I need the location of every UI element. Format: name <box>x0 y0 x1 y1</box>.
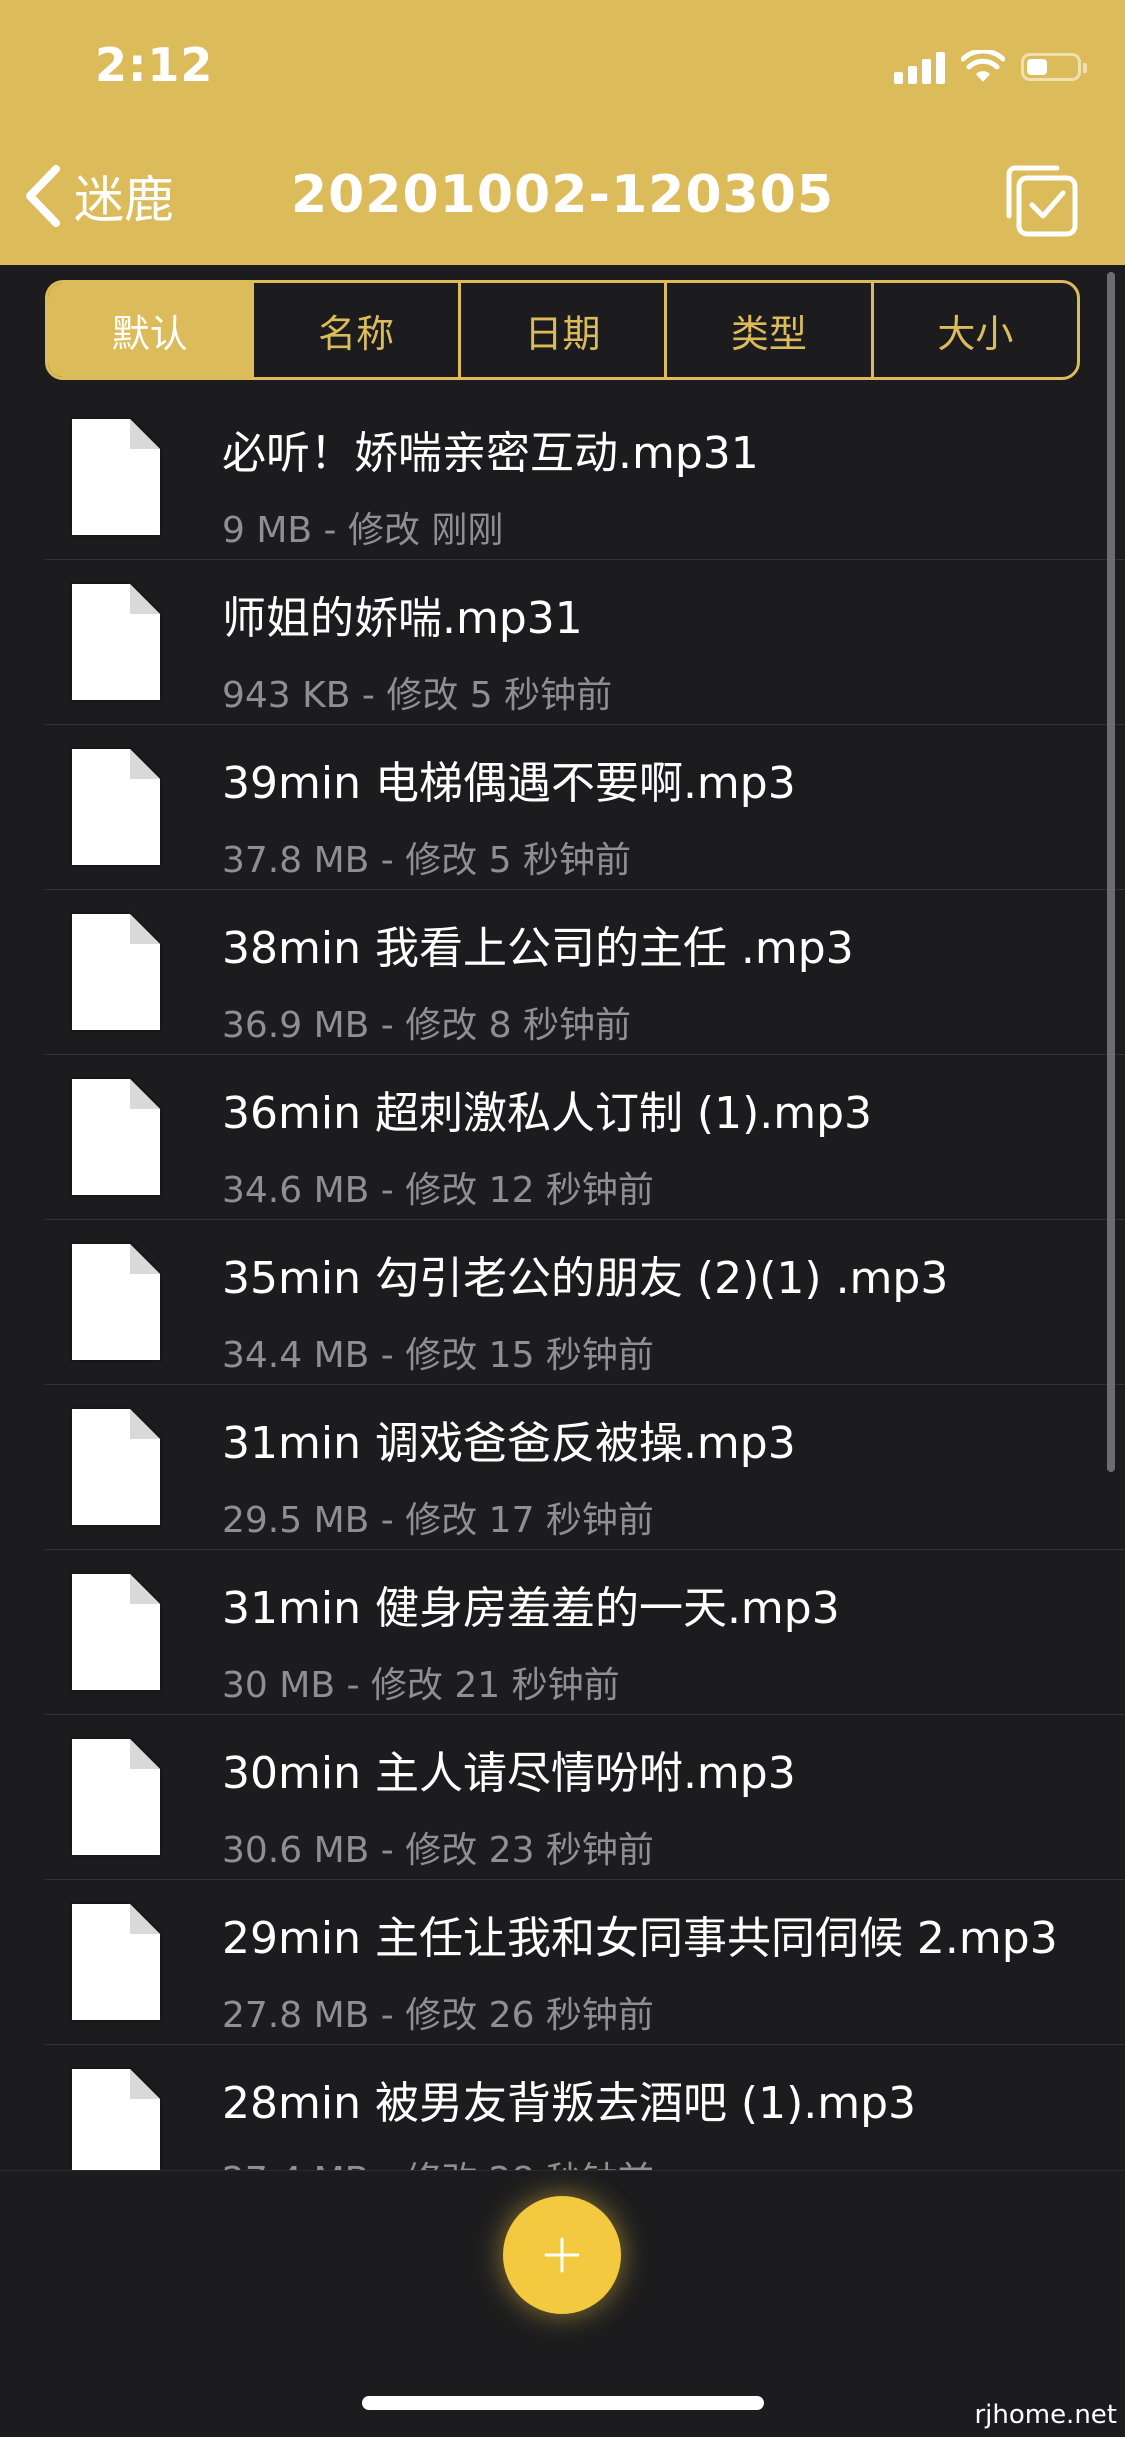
file-meta: 30.6 MB - 修改 23 秒钟前 <box>222 1830 654 1871</box>
app-header: 2:12 迷鹿 20201002-120305 <box>0 0 1125 265</box>
watermark: rjhome.net <box>974 2400 1117 2430</box>
file-meta: 34.6 MB - 修改 12 秒钟前 <box>222 1170 654 1211</box>
file-meta: 27.8 MB - 修改 26 秒钟前 <box>222 1995 654 2036</box>
file-row[interactable]: 38min 我看上公司的主任 .mp3 36.9 MB - 修改 8 秒钟前 <box>0 890 1125 1055</box>
tab-size[interactable]: 大小 <box>870 283 1077 377</box>
multi-select-icon <box>1006 165 1078 237</box>
file-name: 必听！娇喘亲密互动.mp31 <box>222 428 759 479</box>
status-time: 2:12 <box>95 38 214 92</box>
document-icon <box>68 415 164 539</box>
file-row[interactable]: 师姐的娇喘.mp31 943 KB - 修改 5 秒钟前 <box>0 560 1125 725</box>
file-name: 29min 主任让我和女同事共同伺候 2.mp3 <box>222 1913 1058 1964</box>
document-icon <box>68 1240 164 1364</box>
tab-name[interactable]: 名称 <box>251 283 457 377</box>
file-row[interactable]: 31min 调戏爸爸反被操.mp3 29.5 MB - 修改 17 秒钟前 <box>0 1385 1125 1550</box>
tab-type[interactable]: 类型 <box>664 283 870 377</box>
file-meta: 36.9 MB - 修改 8 秒钟前 <box>222 1005 632 1046</box>
tab-date[interactable]: 日期 <box>457 283 664 377</box>
document-icon <box>68 1735 164 1859</box>
file-name: 30min 主人请尽情吩咐.mp3 <box>222 1748 796 1799</box>
document-icon <box>68 745 164 869</box>
file-meta: 30 MB - 修改 21 秒钟前 <box>222 1665 620 1706</box>
file-row[interactable]: 必听！娇喘亲密互动.mp31 9 MB - 修改 刚刚 <box>0 395 1125 560</box>
file-meta: 29.5 MB - 修改 17 秒钟前 <box>222 1500 654 1541</box>
file-row[interactable]: 39min 电梯偶遇不要啊.mp3 37.8 MB - 修改 5 秒钟前 <box>0 725 1125 890</box>
file-meta: 943 KB - 修改 5 秒钟前 <box>222 675 613 716</box>
select-button[interactable] <box>1001 160 1081 240</box>
document-icon <box>68 1405 164 1529</box>
file-row[interactable]: 28min 被男友背叛去酒吧 (1).mp3 27.4 MB - 修改 28 秒钟… <box>0 2045 1125 2170</box>
file-row[interactable]: 31min 健身房羞羞的一天.mp3 30 MB - 修改 21 秒钟前 <box>0 1550 1125 1715</box>
plus-icon <box>544 2237 580 2273</box>
document-icon <box>68 580 164 704</box>
battery-icon <box>1021 53 1087 81</box>
file-name: 38min 我看上公司的主任 .mp3 <box>222 923 854 974</box>
document-icon <box>68 1075 164 1199</box>
file-row[interactable]: 35min 勾引老公的朋友 (2)(1) .mp3 34.4 MB - 修改 15… <box>0 1220 1125 1385</box>
file-meta: 9 MB - 修改 刚刚 <box>222 510 504 551</box>
file-meta: 27.4 MB - 修改 28 秒钟前 <box>222 2151 654 2170</box>
page-title: 20201002-120305 <box>290 165 835 225</box>
file-row[interactable]: 29min 主任让我和女同事共同伺候 2.mp3 27.8 MB - 修改 26 … <box>0 1880 1125 2045</box>
file-name: 28min 被男友背叛去酒吧 (1).mp3 <box>222 2078 917 2129</box>
file-name: 31min 健身房羞羞的一天.mp3 <box>222 1583 840 1634</box>
file-name: 31min 调戏爸爸反被操.mp3 <box>222 1418 796 1469</box>
add-button[interactable] <box>503 2196 621 2314</box>
status-icons <box>894 50 1087 84</box>
wifi-icon <box>961 50 1005 82</box>
file-name: 师姐的娇喘.mp31 <box>222 593 583 644</box>
home-indicator[interactable] <box>362 2396 764 2410</box>
document-icon <box>68 1570 164 1694</box>
sort-segmented-control: 默认 名称 日期 类型 大小 <box>45 280 1080 380</box>
document-icon <box>68 910 164 1034</box>
file-name: 39min 电梯偶遇不要啊.mp3 <box>222 758 796 809</box>
file-row[interactable]: 36min 超刺激私人订制 (1).mp3 34.6 MB - 修改 12 秒钟前 <box>0 1055 1125 1220</box>
scrollbar[interactable] <box>1107 272 1115 1472</box>
document-icon <box>68 2065 164 2170</box>
file-name: 36min 超刺激私人订制 (1).mp3 <box>222 1088 873 1139</box>
tab-default[interactable]: 默认 <box>48 283 252 377</box>
file-meta: 34.4 MB - 修改 15 秒钟前 <box>222 1335 654 1376</box>
cellular-signal-icon <box>894 50 945 84</box>
file-row[interactable]: 30min 主人请尽情吩咐.mp3 30.6 MB - 修改 23 秒钟前 <box>0 1715 1125 1880</box>
file-name: 35min 勾引老公的朋友 (2)(1) .mp3 <box>222 1253 949 1304</box>
file-list: 必听！娇喘亲密互动.mp31 9 MB - 修改 刚刚师姐的娇喘.mp31 943 … <box>0 395 1125 2170</box>
file-meta: 37.8 MB - 修改 5 秒钟前 <box>222 840 632 881</box>
document-icon <box>68 1900 164 2024</box>
